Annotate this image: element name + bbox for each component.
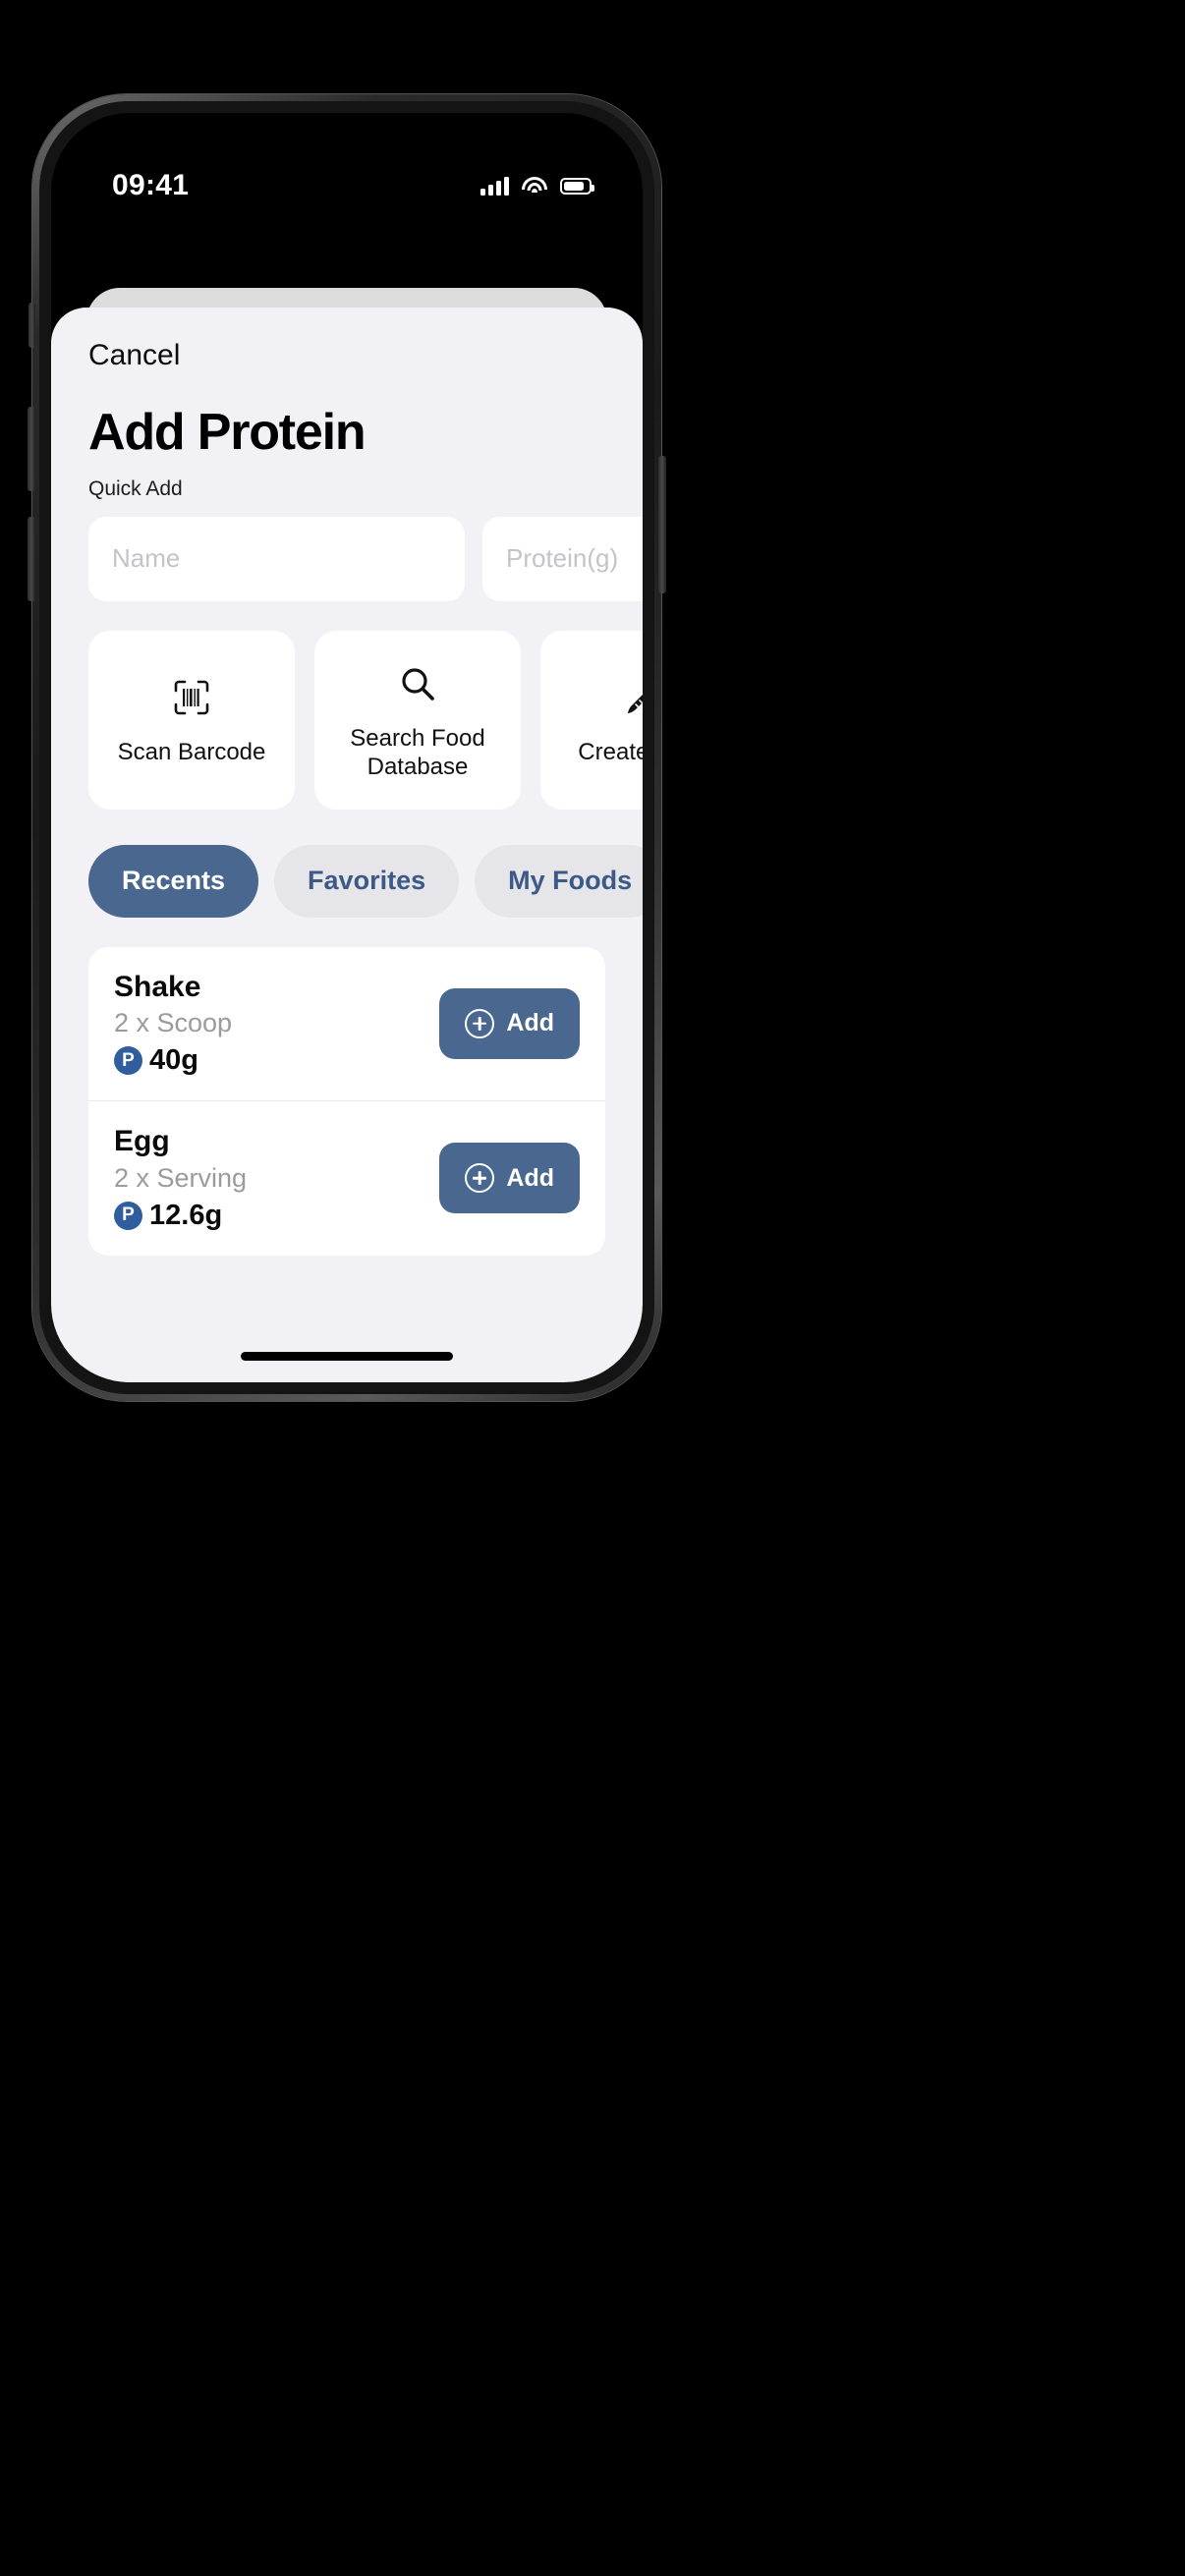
battery-icon bbox=[560, 177, 594, 195]
status-bar: 09:41 bbox=[51, 113, 643, 223]
action-card-row: Scan Barcode Search Food Database Create bbox=[88, 630, 643, 810]
create-food-label: Create Food bbox=[578, 739, 643, 766]
food-name: Egg bbox=[114, 1125, 170, 1158]
search-food-database-label: Search Food Database bbox=[350, 724, 485, 780]
add-protein-sheet: Cancel Add Protein Quick Add Add bbox=[51, 308, 643, 1382]
food-list: Shake 2 x Scoop P 40g Add Egg 2 x Servin… bbox=[88, 946, 605, 1256]
wifi-icon bbox=[522, 176, 547, 196]
plus-circle-icon bbox=[465, 1008, 495, 1038]
quick-add-name-input[interactable] bbox=[88, 516, 465, 601]
plus-circle-icon bbox=[465, 1163, 495, 1194]
filter-chip-row: Recents Favorites My Foods My Meals bbox=[88, 844, 643, 918]
table-row[interactable]: Egg 2 x Serving P 12.6g Add bbox=[88, 1100, 605, 1256]
status-bar-time: 09:41 bbox=[112, 169, 190, 201]
food-info: Shake 2 x Scoop P 40g bbox=[114, 971, 232, 1078]
table-row[interactable]: Shake 2 x Scoop P 40g Add bbox=[88, 947, 605, 1101]
quick-add-section-label: Quick Add bbox=[88, 476, 183, 500]
create-food-card[interactable]: Create Food bbox=[540, 630, 643, 810]
protein-badge-icon: P bbox=[114, 1201, 142, 1230]
scan-barcode-label: Scan Barcode bbox=[117, 739, 266, 766]
cancel-button[interactable]: Cancel bbox=[88, 341, 180, 370]
phone-frame: 09:41 Cancel Add Protein Quick Add Name … bbox=[28, 94, 666, 1401]
carrot-icon bbox=[620, 672, 643, 723]
phone-bezel: 09:41 Cancel Add Protein Quick Add Name … bbox=[39, 101, 654, 1394]
add-food-button[interactable]: Add bbox=[439, 987, 580, 1059]
search-food-database-card[interactable]: Search Food Database bbox=[314, 630, 521, 810]
add-food-label: Add bbox=[506, 1163, 554, 1192]
cellular-bars-icon bbox=[480, 176, 509, 196]
chip-my-foods[interactable]: My Foods bbox=[475, 844, 643, 918]
screenshot-stage: 09:41 Cancel Add Protein Quick Add Name … bbox=[0, 0, 1185, 2576]
protein-value: 12.6g bbox=[149, 1199, 223, 1231]
scan-barcode-card[interactable]: Scan Barcode bbox=[88, 630, 295, 810]
food-info: Egg 2 x Serving P 12.6g bbox=[114, 1125, 247, 1232]
food-name: Shake bbox=[114, 970, 201, 1003]
food-protein: P 40g bbox=[114, 1044, 232, 1077]
chip-favorites[interactable]: Favorites bbox=[274, 844, 460, 918]
magnifier-icon bbox=[394, 658, 441, 709]
page-title: Add Protein bbox=[88, 404, 367, 461]
food-protein: P 12.6g bbox=[114, 1200, 247, 1232]
home-indicator[interactable] bbox=[241, 1352, 453, 1361]
chip-recents[interactable]: Recents bbox=[88, 844, 259, 918]
add-food-button[interactable]: Add bbox=[439, 1143, 580, 1214]
food-serving: 2 x Serving bbox=[114, 1162, 248, 1193]
food-serving: 2 x Scoop bbox=[114, 1008, 233, 1038]
volume-up-button[interactable] bbox=[28, 407, 35, 491]
protein-badge-icon: P bbox=[114, 1046, 142, 1076]
add-food-label: Add bbox=[506, 1009, 554, 1037]
silent-switch-button[interactable] bbox=[28, 303, 35, 348]
quick-add-protein-input[interactable] bbox=[482, 516, 643, 601]
quick-add-row: Add bbox=[88, 516, 643, 601]
volume-down-button[interactable] bbox=[28, 517, 35, 601]
status-bar-indicators bbox=[480, 176, 594, 196]
power-button[interactable] bbox=[658, 456, 666, 593]
protein-value: 40g bbox=[149, 1044, 198, 1077]
phone-screen: 09:41 Cancel Add Protein Quick Add Name … bbox=[51, 113, 643, 1382]
barcode-scan-icon bbox=[168, 672, 215, 723]
